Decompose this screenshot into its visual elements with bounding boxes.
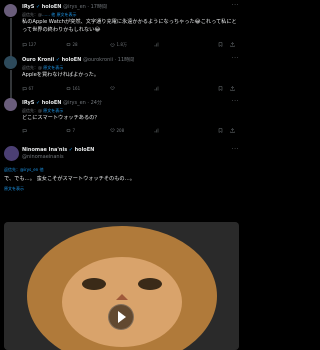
tweet-header: IRyS ✓ holoEN @irys_en · 17時間: [22, 4, 239, 10]
tweet-actions: 67 161: [22, 86, 237, 92]
author-name[interactable]: IRyS: [22, 4, 34, 10]
tweet-media[interactable]: [4, 222, 239, 350]
retweet-icon[interactable]: 161: [66, 86, 80, 91]
tweet-text: Appleを買わなければよかった。: [22, 72, 100, 78]
tweet-text: で、でも…。 蛮女こそがスマートウォッチそのもの…。: [4, 176, 135, 182]
avatar[interactable]: [4, 98, 17, 111]
handle-time: @ourokronii · 11時間: [82, 57, 135, 63]
more-icon[interactable]: ···: [232, 2, 239, 9]
thread-line: [10, 70, 12, 98]
like-icon[interactable]: 208: [110, 128, 124, 133]
more-icon[interactable]: ···: [232, 146, 239, 153]
translated-note[interactable]: 原文を表示: [4, 186, 24, 192]
author-name[interactable]: IRyS: [22, 100, 34, 106]
verified-icon: ✓: [35, 4, 41, 10]
reply-icon[interactable]: [22, 128, 27, 133]
author-name[interactable]: Ouro Kronii: [22, 57, 54, 63]
retweet-icon[interactable]: 28: [66, 42, 78, 47]
like-icon[interactable]: 1.8万: [110, 42, 127, 48]
like-icon[interactable]: [110, 86, 115, 91]
bookmark-icon[interactable]: [218, 128, 223, 133]
handle-time: @irys_en · 17時間: [63, 4, 107, 10]
share-icon[interactable]: [230, 86, 235, 91]
views-icon[interactable]: [154, 128, 159, 133]
verified-icon: ✓: [68, 147, 73, 153]
verified-icon: ✓: [35, 100, 41, 106]
author-suffix: holoEN: [74, 147, 95, 153]
reply-icon[interactable]: 67: [22, 86, 34, 91]
views-icon[interactable]: [154, 86, 159, 91]
reply-to: 返信先：@…… 他 原文を表示: [22, 12, 77, 17]
more-icon[interactable]: ···: [232, 55, 239, 62]
tweet-actions: 7 208: [22, 128, 237, 134]
avatar[interactable]: [4, 146, 19, 161]
avatar[interactable]: [4, 56, 17, 69]
tweet-header: Ouro Kronii ✓ holoEN @ourokronii · 11時間: [22, 57, 239, 63]
author-suffix: holoEN: [41, 100, 62, 106]
reply-to: 返信先：@ 原文を表示: [22, 65, 64, 70]
play-icon[interactable]: [108, 304, 134, 330]
more-icon[interactable]: ···: [232, 98, 239, 105]
reply-to: 返信先：@irys_en 他: [4, 167, 44, 172]
tweet-actions: 127 28 1.8万: [22, 42, 237, 48]
retweet-icon[interactable]: 7: [66, 128, 75, 133]
share-icon[interactable]: [230, 128, 235, 133]
handle-time: @irys_en · 24分: [63, 100, 102, 106]
author-suffix: holoEN: [41, 4, 62, 10]
reply-icon[interactable]: 127: [22, 42, 36, 47]
reply-to: 返信先：@ 原文を表示: [22, 108, 64, 113]
tweet-text: 私のApple Watchが突然、文字通り充電に永遠かかるようになっちゃった😂こ…: [22, 19, 237, 33]
handle: @ninomaeinanis: [22, 154, 64, 160]
author-suffix: holoEN: [61, 57, 82, 63]
bookmark-icon[interactable]: [218, 42, 223, 47]
author-name[interactable]: Ninomae Ina'nis: [22, 147, 67, 153]
share-icon[interactable]: [230, 42, 235, 47]
avatar[interactable]: [4, 4, 17, 17]
views-icon[interactable]: [154, 42, 159, 47]
tweet-text: どこにスマートウォッチあるの？: [22, 115, 100, 121]
bookmark-icon[interactable]: [218, 86, 223, 91]
verified-icon: ✓: [55, 57, 61, 63]
tweet-header: Ninomae Ina'nis ✓ holoEN: [22, 147, 239, 153]
tweet-header: IRyS ✓ holoEN @irys_en · 24分: [22, 100, 239, 106]
cat-image: [4, 222, 239, 350]
